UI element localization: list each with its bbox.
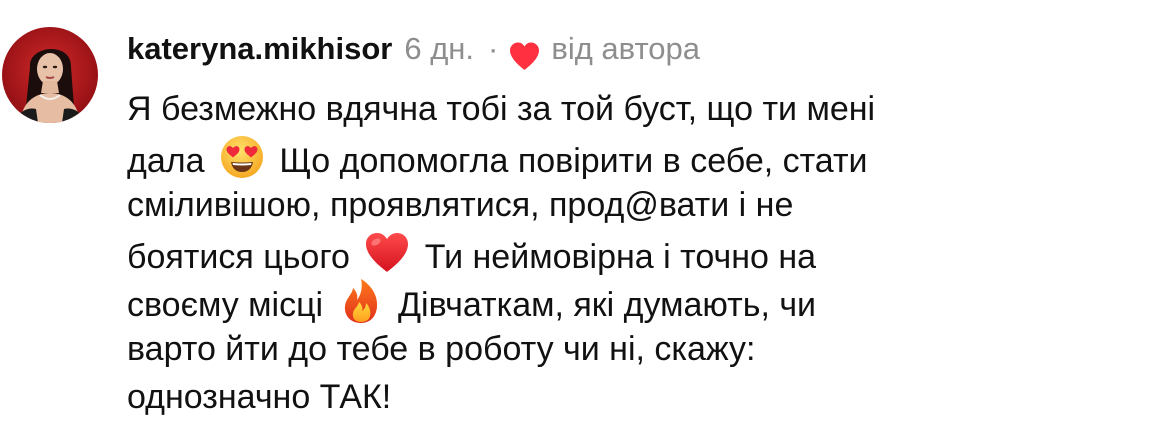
timestamp[interactable]: 6 дн. (404, 24, 474, 74)
comment-line: дала Що допомогла повірити в себе, стати (127, 133, 1117, 181)
comment-text-segment: сміливішою, проявлятися, прод@вати і не (127, 186, 794, 224)
comment-text-segment: Ти неймовірна і точно на (424, 238, 817, 276)
comment-text-segment: дала (127, 142, 205, 180)
comment-text-segment: своєму місці (127, 286, 324, 324)
comment-text-segment: варто йти до тебе в роботу чи ні, скажу: (127, 330, 756, 368)
comment-content: kateryna.mikhisor 6 дн. · від автора Я б… (127, 24, 1127, 421)
comment-line: своєму місці Дівчаткам, які думають, чи (127, 277, 1117, 325)
comment-text: Я безмежно вдячна тобі за той буст, що т… (127, 85, 1117, 421)
comment-line: боятися цього Ти неймовірна і точно на (127, 229, 1117, 277)
avatar[interactable] (2, 27, 98, 123)
comment-line: однозначно ТАК! (127, 373, 1117, 421)
smiling-face-with-heart-eyes-icon (218, 133, 266, 181)
heart-icon (508, 36, 541, 70)
comment-line: варто йти до тебе в роботу чи ні, скажу: (127, 325, 1117, 373)
meta-separator: · (488, 31, 499, 66)
comment-text-segment: Дівчаткам, які думають, чи (398, 286, 817, 324)
comment-line: Я безмежно вдячна тобі за той буст, що т… (127, 85, 1117, 133)
red-heart-icon (363, 229, 411, 277)
liked-by-author-label: від автора (551, 31, 701, 66)
comment-text-segment: Що допомогла повірити в себе, стати (279, 142, 868, 180)
username-link[interactable]: kateryna.mikhisor (127, 24, 392, 74)
comment-text-segment: однозначно ТАК! (127, 378, 392, 416)
comment-text-segment: Я безмежно вдячна тобі за той буст, що т… (127, 90, 876, 128)
comment-item: kateryna.mikhisor 6 дн. · від автора Я б… (0, 0, 1149, 438)
comment-meta: kateryna.mikhisor 6 дн. · від автора (127, 24, 1127, 74)
comment-line: сміливішою, проявлятися, прод@вати і не (127, 181, 1117, 229)
fire-icon (337, 277, 385, 325)
comment-text-segment: боятися цього (127, 238, 350, 276)
